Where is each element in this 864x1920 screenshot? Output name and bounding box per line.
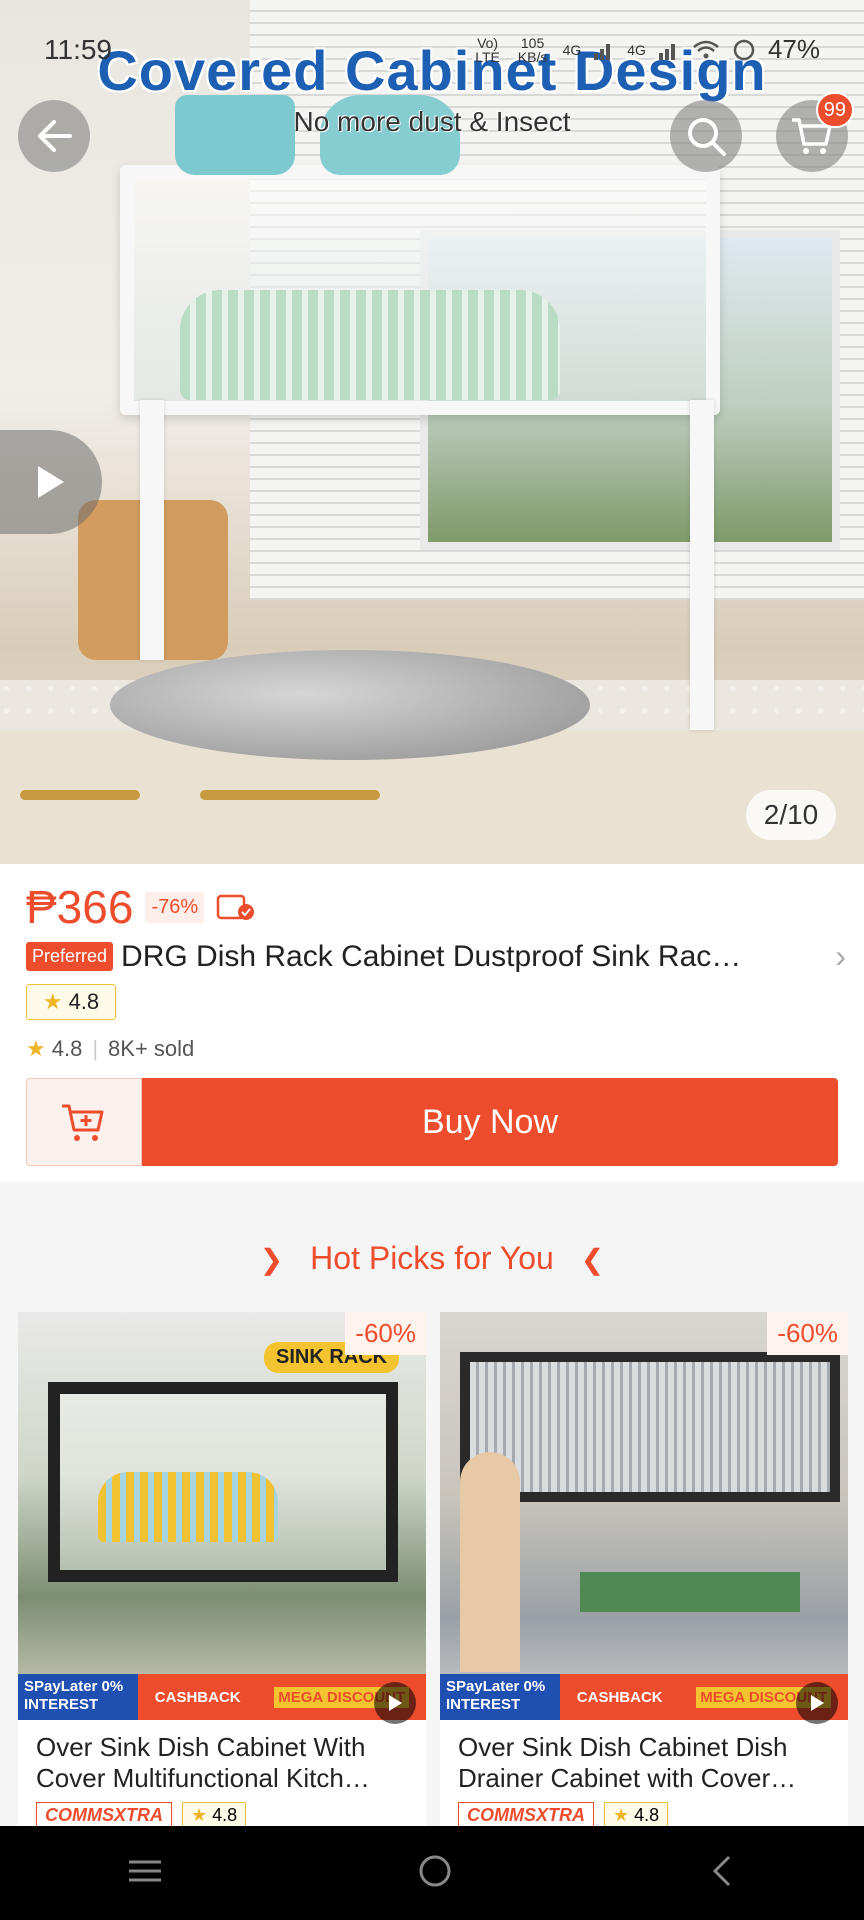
product-card-image: SINK RACK <box>18 1312 426 1720</box>
home-button[interactable] <box>417 1853 453 1894</box>
hot-picks-section: ❯ Hot Picks for You ❮ SINK RACK -60% SPa… <box>0 1198 864 1832</box>
play-icon <box>811 1695 824 1711</box>
play-icon <box>389 1695 402 1711</box>
plates-image <box>98 1472 278 1542</box>
product-card-tags: COMMSXTRA ★ 4.8 <box>458 1802 669 1829</box>
cabinet-handle <box>20 790 140 800</box>
product-title: DRG Dish Rack Cabinet Dustproof Sink Rac… <box>121 939 742 973</box>
product-info: ₱366 -76% Preferred DRG Dish Rack Cabine… <box>0 864 864 1182</box>
search-icon <box>688 118 726 156</box>
cart-count-badge: 99 <box>815 92 854 128</box>
promo-banner: SPayLater 0% INTEREST CASHBACK MEGA DISC… <box>440 1674 848 1720</box>
preferred-badge: Preferred <box>26 942 114 971</box>
network-speed: 105 KB/s <box>517 34 548 65</box>
product-page: Covered Cabinet Design No more dust & In… <box>0 0 864 1920</box>
rack-leg <box>690 400 714 730</box>
divider: | <box>92 1036 99 1061</box>
back-button[interactable] <box>18 100 90 172</box>
rating-tag: ★ 4.8 <box>604 1802 669 1829</box>
sink <box>110 650 590 760</box>
back-chevron-icon <box>712 1855 731 1886</box>
discount-badge: -60% <box>767 1312 848 1355</box>
dish-plates <box>180 290 560 400</box>
promo-banner: SPayLater 0% INTEREST CASHBACK MEGA DISC… <box>18 1674 426 1720</box>
status-icons: Vo) LTE 105 KB/s 4G 4G 47% <box>473 34 820 65</box>
towel-image <box>580 1572 800 1612</box>
promo-spaylater: SPayLater 0% INTEREST <box>440 1674 560 1720</box>
buy-now-button[interactable]: Buy Now <box>142 1078 838 1166</box>
add-to-cart-icon <box>62 1104 104 1141</box>
person-image <box>460 1452 520 1672</box>
commsxtra-tag: COMMSXTRA <box>36 1802 172 1829</box>
voucher-icon <box>216 894 255 920</box>
price-row: ₱366 -76% <box>26 880 256 934</box>
product-card[interactable]: -60% SPayLater 0% INTEREST CASHBACK MEGA… <box>440 1312 848 1832</box>
image-counter: 2/10 <box>746 790 836 840</box>
wifi-icon <box>693 40 719 58</box>
cabinet-handle <box>200 790 380 800</box>
hot-picks-label: Hot Picks for You <box>310 1240 554 1276</box>
add-to-cart-button[interactable] <box>26 1078 142 1166</box>
rating-value: 4.8 <box>51 1036 83 1061</box>
signal-4g-2: 4G <box>627 41 646 58</box>
sold-count: 8K+ sold <box>108 1036 195 1061</box>
product-card-image <box>440 1312 848 1720</box>
rating-row: ★ 4.8 | 8K+ sold <box>26 1036 194 1062</box>
product-card[interactable]: SINK RACK -60% SPayLater 0% INTEREST CAS… <box>18 1312 426 1832</box>
battery-icon <box>733 39 755 60</box>
back-arrow-icon <box>38 120 72 152</box>
product-title-row[interactable]: Preferred DRG Dish Rack Cabinet Dustproo… <box>26 938 846 975</box>
chevron-right-icon: › <box>835 938 846 974</box>
cart-button[interactable]: 99 <box>776 92 854 172</box>
discount-badge: -60% <box>345 1312 426 1355</box>
rating-badge-value: 4.8 <box>68 989 100 1014</box>
status-time: 11:59 <box>44 34 112 65</box>
play-video-button[interactable] <box>0 430 102 534</box>
sparkle-left-icon: ❯ <box>259 1244 284 1275</box>
hot-picks-title: ❯ Hot Picks for You ❮ <box>0 1240 864 1277</box>
discount-badge: -76% <box>145 891 205 923</box>
rating-badge: ★ 4.8 <box>26 984 116 1020</box>
price: ₱366 <box>26 881 134 933</box>
rating-tag: ★ 4.8 <box>182 1802 247 1829</box>
star-icon: ★ <box>191 1805 208 1825</box>
product-card-title: Over Sink Dish Cabinet Dish Drainer Cabi… <box>458 1732 797 1793</box>
sparkle-right-icon: ❮ <box>580 1244 605 1275</box>
star-icon: ★ <box>26 1036 46 1061</box>
product-card-title: Over Sink Dish Cabinet With Cover Multif… <box>36 1732 370 1793</box>
status-bar: 11:59 Vo) LTE 105 KB/s 4G 4G 47% <box>0 0 864 96</box>
product-card-tags: COMMSXTRA ★ 4.8 <box>36 1802 247 1829</box>
rack-leg <box>140 400 164 660</box>
rating-tag-value: 4.8 <box>212 1805 238 1825</box>
video-play-button[interactable] <box>796 1682 838 1724</box>
signal-bars-icon <box>658 43 675 60</box>
system-back-button[interactable] <box>707 1853 737 1894</box>
recent-apps-button[interactable] <box>127 1856 163 1891</box>
promo-cashback: CASHBACK <box>154 1688 241 1706</box>
home-circle-icon <box>419 1855 451 1886</box>
menu-icon <box>129 1860 161 1881</box>
play-icon <box>38 466 64 498</box>
network-label: Vo) LTE <box>475 34 500 65</box>
purchase-actions: Buy Now <box>26 1078 838 1166</box>
video-play-button[interactable] <box>374 1682 416 1724</box>
signal-bars-icon <box>594 43 611 60</box>
commsxtra-tag: COMMSXTRA <box>458 1802 594 1829</box>
star-icon: ★ <box>613 1805 630 1825</box>
rating-tag-value: 4.8 <box>634 1805 660 1825</box>
search-button[interactable] <box>670 100 742 172</box>
signal-4g-1: 4G <box>562 41 582 58</box>
promo-cashback: CASHBACK <box>576 1688 663 1706</box>
star-icon: ★ <box>42 989 63 1014</box>
system-nav-bar <box>0 1826 864 1920</box>
battery-percent: 47% <box>767 34 820 64</box>
promo-spaylater: SPayLater 0% INTEREST <box>18 1674 138 1720</box>
